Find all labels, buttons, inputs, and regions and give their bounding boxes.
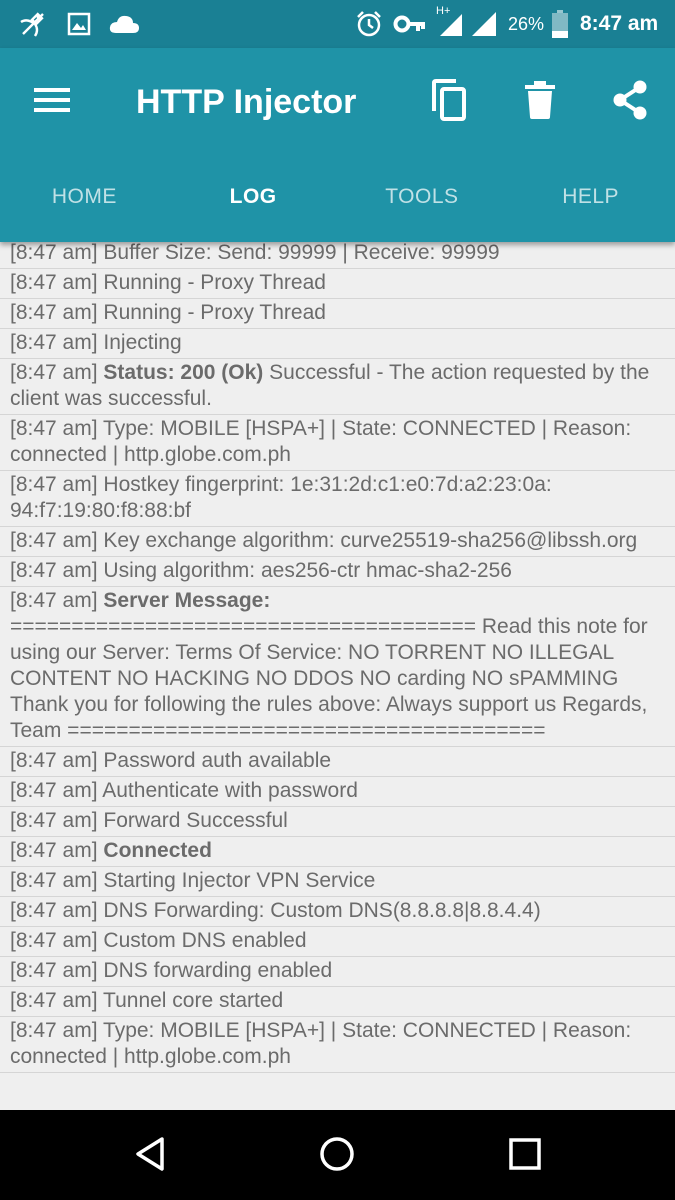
log-message: Starting Injector VPN Service [103,869,376,892]
log-message: Authenticate with password [102,779,358,802]
status-time: 8:47 am [580,12,659,35]
home-button[interactable] [307,1130,367,1182]
log-timestamp: [8:47 am] [10,869,98,892]
tab-help[interactable]: HELP [506,170,675,224]
recents-icon [509,1137,541,1175]
hamburger-menu-icon [34,87,70,118]
log-message: Password auth available [103,749,332,772]
vpn-key-icon [393,10,427,38]
log-emphasis: Server Message: [103,589,271,612]
log-entry: [8:47 am] Starting Injector VPN Service [0,867,675,897]
log-entry: [8:47 am] Type: MOBILE [HSPA+] | State: … [0,1017,675,1073]
navigation-bar [0,1110,675,1200]
log-message: ====================================== R… [10,615,648,742]
log-entry: [8:47 am] Buffer Size: Send: 99999 | Rec… [0,242,675,269]
log-timestamp: [8:47 am] [10,301,98,324]
log-entry: [8:47 am] Key exchange algorithm: curve2… [0,527,675,557]
back-icon [134,1136,166,1177]
log-message: Tunnel core started [103,989,284,1012]
log-entry: [8:47 am] Type: MOBILE [HSPA+] | State: … [0,415,675,471]
log-message: Injecting [103,331,182,354]
log-entry: [8:47 am] Tunnel core started [0,987,675,1017]
menu-button[interactable] [24,78,80,126]
tab-log[interactable]: LOG [169,170,338,224]
log-message: Custom DNS enabled [103,929,307,952]
signal-icon [438,10,500,38]
share-button[interactable] [602,76,658,128]
log-timestamp: [8:47 am] [10,529,98,552]
log-entry: [8:47 am] Hostkey fingerprint: 1e:31:2d:… [0,471,675,527]
battery-icon [550,10,570,38]
log-message: Using algorithm: aes256-ctr hmac-sha2-25… [103,559,512,582]
log-message: Key exchange algorithm: curve25519-sha25… [103,529,638,552]
cloud-icon [108,10,140,38]
log-entry: [8:47 am] Password auth available [0,747,675,777]
copy-icon [430,78,468,126]
log-timestamp: [8:47 am] [10,417,98,440]
log-list[interactable]: [8:47 am] Buffer Size: Send: 99999 | Rec… [0,242,675,1110]
status-bar: H+ 26% 8:47 am [0,0,675,48]
copy-button[interactable] [421,76,477,128]
log-entry: [8:47 am] DNS Forwarding: Custom DNS(8.8… [0,897,675,927]
home-icon [319,1136,355,1177]
log-timestamp: [8:47 am] [10,809,98,832]
log-timestamp: [8:47 am] [10,899,98,922]
log-message: Type: MOBILE [HSPA+] | State: CONNECTED … [10,1019,632,1068]
log-timestamp: [8:47 am] [10,589,98,612]
log-entry: [8:47 am] Forward Successful [0,807,675,837]
tab-bar: HOME LOG TOOLS HELP [0,170,675,224]
recents-button[interactable] [495,1130,555,1182]
log-message: Type: MOBILE [HSPA+] | State: CONNECTED … [10,417,632,466]
image-icon [66,10,92,38]
delete-icon [525,80,555,124]
back-button[interactable] [120,1130,180,1182]
log-emphasis: Status: 200 (Ok) [103,361,264,384]
log-entry: [8:47 am] Authenticate with password [0,777,675,807]
log-timestamp: [8:47 am] [10,559,98,582]
log-timestamp: [8:47 am] [10,1019,98,1042]
log-entry: [8:47 am] Using algorithm: aes256-ctr hm… [0,557,675,587]
log-timestamp: [8:47 am] [10,839,98,862]
log-message: Running - Proxy Thread [103,301,326,324]
log-message: Buffer Size: Send: 99999 | Receive: 9999… [103,242,500,264]
satellite-icon [16,10,50,38]
log-timestamp: [8:47 am] [10,749,98,772]
log-timestamp: [8:47 am] [10,929,98,952]
log-timestamp: [8:47 am] [10,959,98,982]
log-message: DNS forwarding enabled [103,959,333,982]
log-timestamp: [8:47 am] [10,473,98,496]
log-entry: [8:47 am] Connected [0,837,675,867]
delete-button[interactable] [512,76,568,128]
tab-home[interactable]: HOME [0,170,169,224]
log-entry: [8:47 am] Running - Proxy Thread [0,299,675,329]
log-entry: [8:47 am] Server Message: ==============… [0,587,675,747]
log-entry: [8:47 am] Custom DNS enabled [0,927,675,957]
log-timestamp: [8:47 am] [10,989,98,1012]
alarm-icon [354,10,384,38]
log-message: Forward Successful [103,809,288,832]
log-timestamp: [8:47 am] [10,779,98,802]
log-entry: [8:47 am] DNS forwarding enabled [0,957,675,987]
log-timestamp: [8:47 am] [10,242,98,264]
log-message: Running - Proxy Thread [103,271,326,294]
log-emphasis: Connected [103,839,212,862]
log-timestamp: [8:47 am] [10,331,98,354]
log-entry: [8:47 am] Injecting [0,329,675,359]
log-entry: [8:47 am] Status: 200 (Ok) Successful - … [0,359,675,415]
share-icon [612,80,648,125]
log-message: DNS Forwarding: Custom DNS(8.8.8.8|8.8.4… [103,899,541,922]
app-title: HTTP Injector [136,83,357,121]
log-timestamp: [8:47 am] [10,361,98,384]
battery-percent: 26% [508,14,545,34]
tab-tools[interactable]: TOOLS [338,170,507,224]
app-bar: HTTP Injector HOME LOG TOOLS HELP [0,48,675,242]
log-entry: [8:47 am] Running - Proxy Thread [0,269,675,299]
log-timestamp: [8:47 am] [10,271,98,294]
